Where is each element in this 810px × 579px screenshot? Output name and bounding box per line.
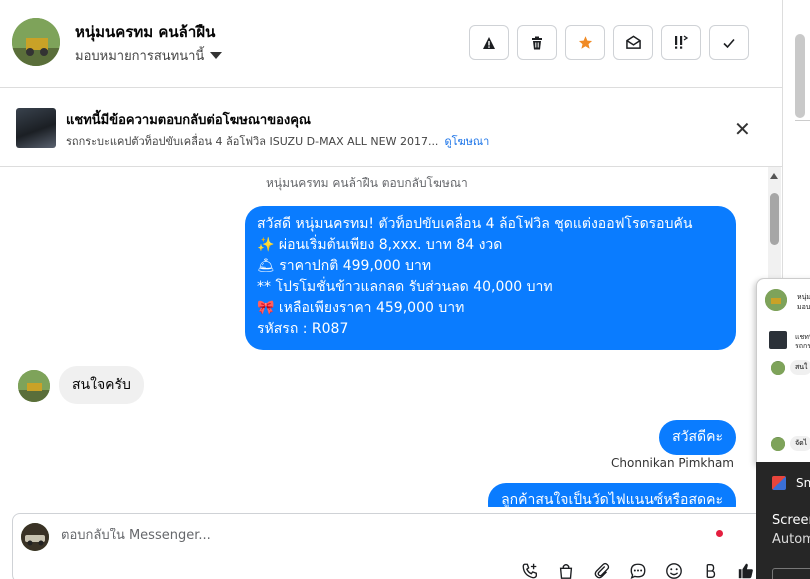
follow-up-button[interactable] bbox=[661, 25, 701, 60]
mini-message: สนใ bbox=[790, 360, 810, 375]
conversation-actions bbox=[469, 25, 749, 60]
mini-message: จัดไ bbox=[790, 436, 810, 451]
ad-description-text: รถกระบะแคปตัวท็อปขับเคลื่อน 4 ล้อโฟวิล I… bbox=[66, 135, 439, 148]
check-icon bbox=[723, 38, 735, 48]
outgoing-message-bubble[interactable]: สวัสดีคะ bbox=[659, 420, 736, 455]
emoji-icon[interactable] bbox=[663, 560, 685, 579]
ad-reply-notice: หนุ่มนครทม คนล้าฝืน ตอบกลับโฆษณา bbox=[266, 176, 468, 190]
ad-reply-line: 🎀 เหลือเพียงราคา 459,000 บาท bbox=[257, 300, 465, 316]
assign-conversation-dropdown[interactable]: มอบหมายการสนทนานี้ bbox=[75, 45, 223, 66]
notification-app-name: Sn bbox=[796, 476, 810, 490]
scroll-up-arrow-icon[interactable] bbox=[770, 173, 778, 179]
ad-reply-line: รหัสรถ : R087 bbox=[257, 321, 349, 337]
reply-input[interactable] bbox=[61, 528, 511, 543]
delete-button[interactable] bbox=[517, 25, 557, 60]
attachment-icon[interactable] bbox=[591, 560, 613, 579]
background-scrollbar-thumb bbox=[795, 34, 805, 118]
mini-avatar bbox=[765, 289, 787, 311]
mark-done-button[interactable] bbox=[709, 25, 749, 60]
scrollbar-thumb[interactable] bbox=[770, 193, 779, 245]
notification-body: Autom bbox=[772, 532, 810, 547]
ad-banner-description: รถกระบะแคปตัวท็อปขับเคลื่อน 4 ล้อโฟวิล I… bbox=[66, 132, 489, 150]
page-avatar bbox=[21, 523, 49, 551]
incoming-message-bubble[interactable]: สนใจครับ bbox=[59, 366, 144, 404]
mini-assign: มอบ bbox=[797, 303, 810, 311]
ad-reply-line: 🛎 ราคาปกติ 499,000 บาท bbox=[257, 258, 432, 274]
conversation-header: หนุ่มนครทม คนล้าฝืน มอบหมายการสนทนานี้ bbox=[0, 0, 782, 88]
trash-icon bbox=[532, 36, 542, 49]
shopping-bag-icon[interactable] bbox=[555, 560, 577, 579]
assign-label: มอบหมายการสนทนานี้ bbox=[75, 49, 205, 64]
notification-preview-box bbox=[772, 568, 810, 579]
caret-down-icon bbox=[210, 52, 223, 59]
ad-reply-line: ✨ ผ่อนเริ่มต้นเพียง 8,xxx. บาท 84 งวด bbox=[257, 237, 503, 253]
ad-reply-banner: แชทนี้มีข้อความตอบกลับต่อโฆษณาของคุณ รถก… bbox=[0, 89, 782, 167]
star-icon bbox=[578, 36, 592, 49]
mark-spam-button[interactable] bbox=[469, 25, 509, 60]
reply-composer bbox=[12, 513, 772, 579]
payment-icon[interactable] bbox=[699, 560, 721, 579]
ad-thumbnail[interactable] bbox=[16, 108, 56, 148]
ad-banner-title: แชทนี้มีข้อความตอบกลับต่อโฆษณาของคุณ bbox=[66, 113, 311, 128]
warning-icon bbox=[483, 36, 495, 49]
messenger-inbox-window: หนุ่มนครทม คนล้าฝืน มอบหมายการสนทนานี้ แ… bbox=[0, 0, 810, 579]
mini-avatar bbox=[771, 437, 785, 451]
snipping-tool-notification[interactable]: Sn Screen Autom bbox=[756, 462, 810, 579]
contact-name[interactable]: หนุ่มนครทม คนล้าฝืน bbox=[75, 20, 215, 44]
ad-reply-line: ** โปรโมชั่นข้าวแลกลด รับส่วนลด 40,000 บ… bbox=[257, 279, 553, 295]
snipping-tool-icon bbox=[772, 476, 786, 490]
mini-chat-preview[interactable]: หนุ่ม มอบ แชทนี้ รถกระ สนใ จัดไ bbox=[756, 278, 810, 464]
call-icon[interactable] bbox=[519, 560, 541, 579]
ad-auto-reply-bubble[interactable]: สวัสดี หนุ่มนครทม! ตัวท็อปขับเคลื่อน 4 ล… bbox=[245, 206, 736, 350]
mini-ad-desc: รถกระ bbox=[795, 342, 810, 350]
notification-title: Screen bbox=[772, 513, 810, 528]
view-ad-link[interactable]: ดูโฆษณา bbox=[444, 135, 489, 148]
close-icon[interactable]: ✕ bbox=[734, 117, 751, 141]
saved-replies-icon[interactable] bbox=[627, 560, 649, 579]
sender-name: Chonnikan Pimkham bbox=[611, 456, 734, 470]
mini-avatar bbox=[771, 361, 785, 375]
contact-avatar-small[interactable] bbox=[18, 370, 50, 402]
mark-unread-button[interactable] bbox=[613, 25, 653, 60]
background-divider bbox=[795, 120, 810, 121]
star-button[interactable] bbox=[565, 25, 605, 60]
envelope-open-icon bbox=[625, 35, 641, 49]
like-icon[interactable] bbox=[735, 560, 757, 579]
contact-avatar[interactable] bbox=[12, 18, 60, 66]
notification-dot bbox=[716, 530, 723, 537]
ad-reply-line: สวัสดี หนุ่มนครทม! ตัวท็อปขับเคลื่อน 4 ล… bbox=[257, 216, 693, 232]
outgoing-message-bubble[interactable]: ลูกค้าสนใจเป็นวัดไฟแนนซ์หรือสดคะ bbox=[488, 483, 736, 507]
message-thread: หนุ่มนครทม คนล้าฝืน ตอบกลับโฆษณา สวัสดี … bbox=[0, 167, 768, 507]
mini-ad-thumbnail bbox=[769, 331, 787, 349]
composer-toolbar bbox=[519, 560, 757, 579]
follow-up-icon bbox=[675, 35, 689, 49]
